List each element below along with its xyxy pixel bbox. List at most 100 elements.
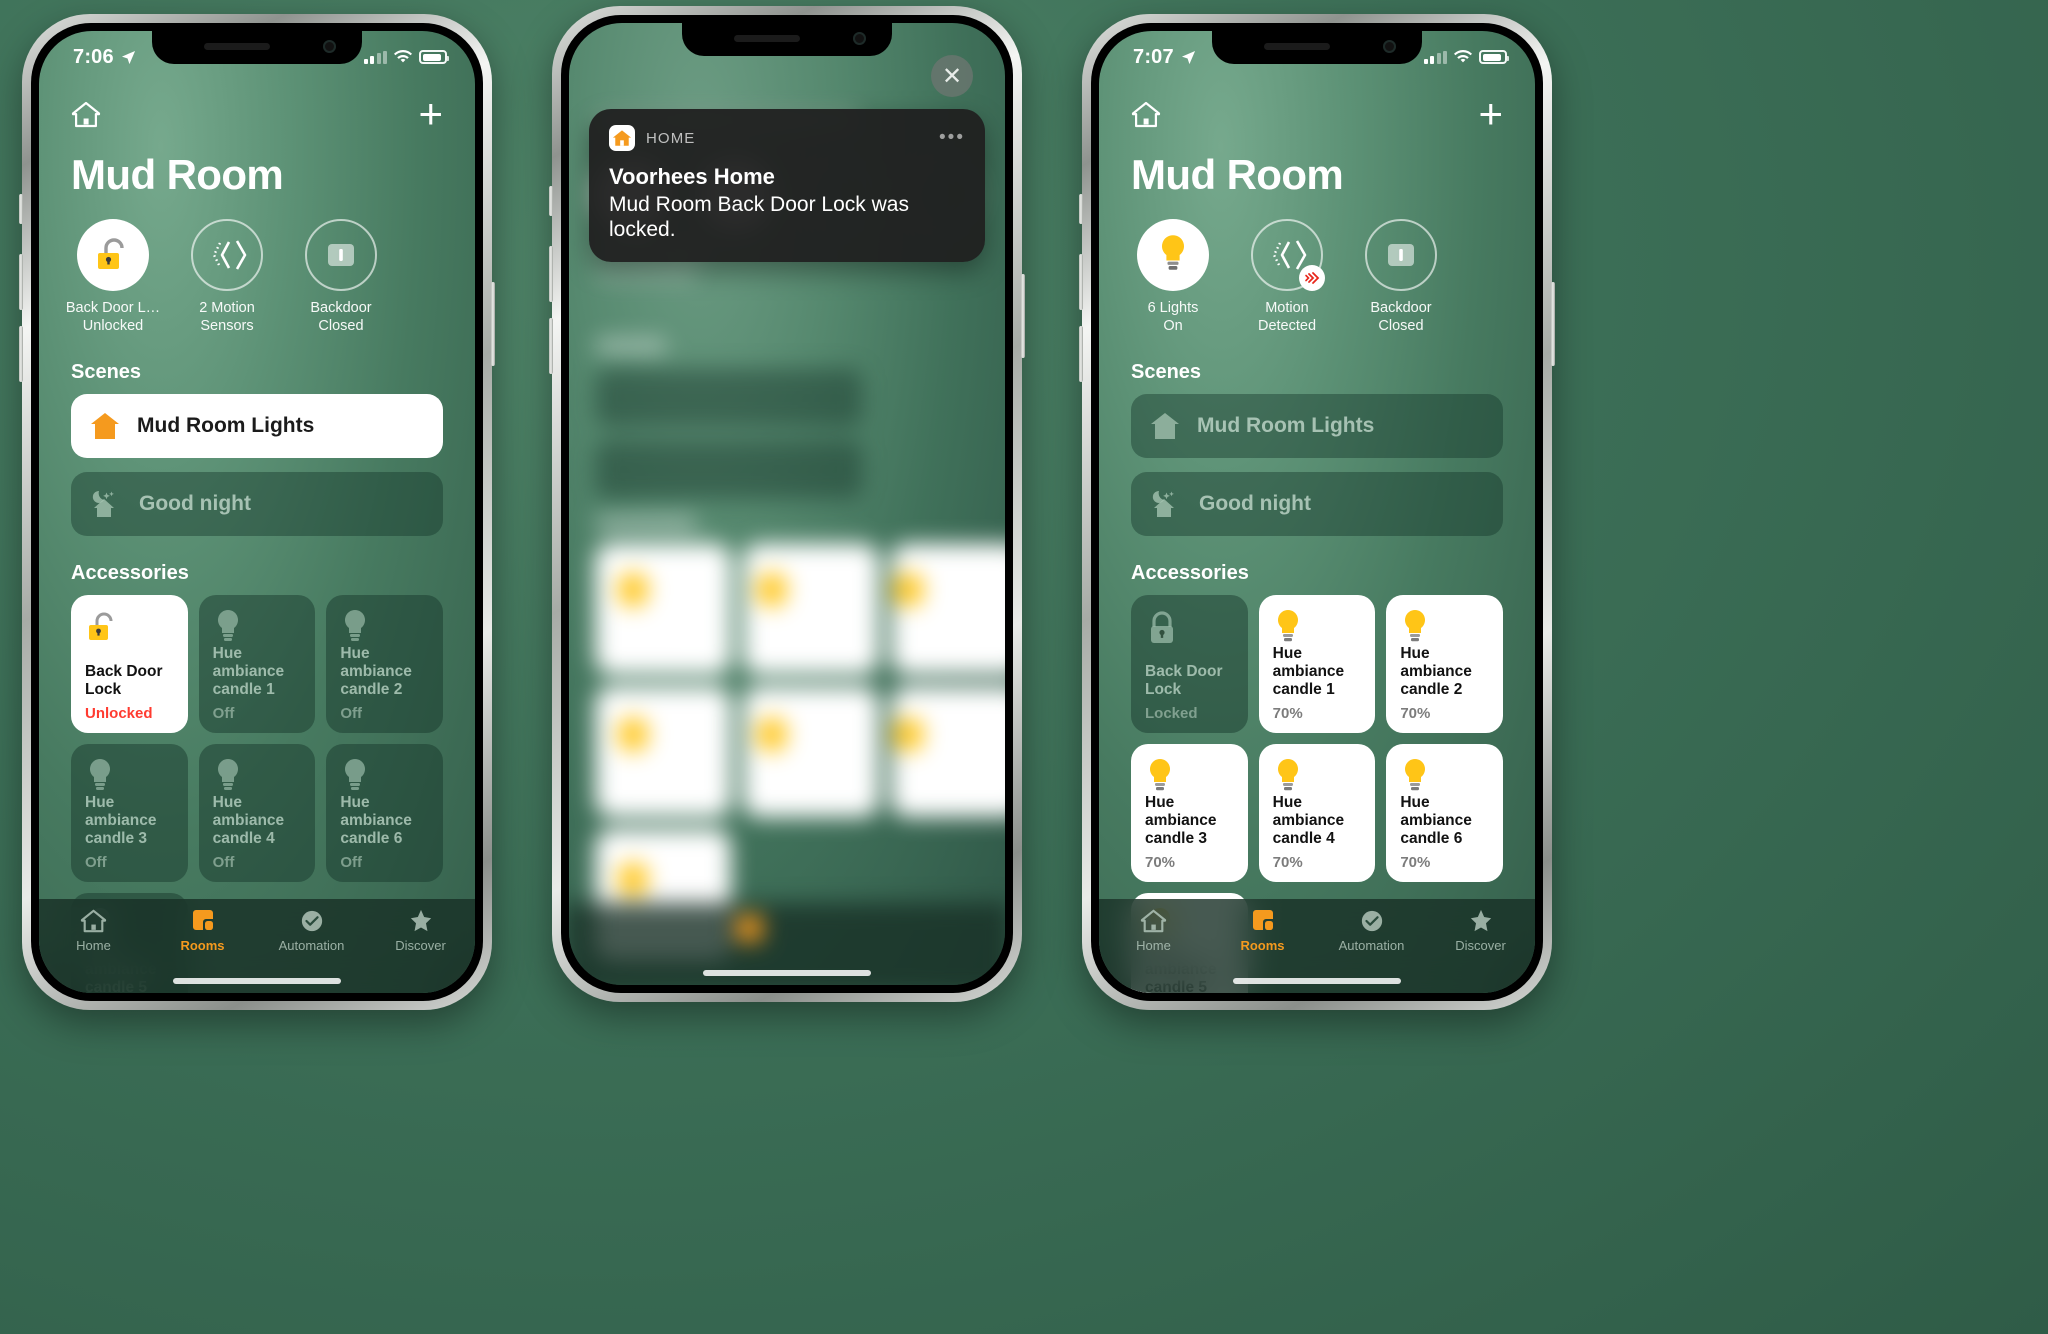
wifi-icon [394, 50, 412, 63]
power-button[interactable] [1551, 282, 1555, 366]
home-icon[interactable] [71, 101, 101, 128]
mute-switch[interactable] [1079, 194, 1083, 224]
tile-state: 70% [1400, 854, 1431, 872]
tab-discover[interactable]: Discover [1426, 909, 1535, 953]
tile-name: Hue ambiance candle 4 [1272, 793, 1345, 848]
status-item-lights[interactable]: 6 Lights On [1131, 219, 1215, 335]
status-item-motion[interactable]: Motion Detected [1245, 219, 1329, 335]
tab-automation[interactable]: Automation [257, 909, 366, 953]
accessory-tile-candle-4[interactable]: Hue ambiance candle 4 70% [1258, 744, 1376, 883]
power-button[interactable] [491, 282, 495, 366]
tile-state: Off [85, 854, 107, 872]
mute-switch[interactable] [549, 186, 553, 216]
discover-star-icon [410, 909, 431, 932]
scene-mud-room-lights[interactable]: Mud Room Lights [1131, 394, 1503, 459]
power-button[interactable] [1021, 274, 1025, 358]
bulb-icon [1277, 759, 1298, 791]
phone-middle: ✕ HOME ••• Voorhees Home Mud Room Back D… [549, 6, 1025, 1002]
accessory-tile-candle-2[interactable]: Hue ambiance candle 2 Off [326, 595, 443, 734]
app-topbar-right: + [1125, 93, 1509, 135]
notification-banner[interactable]: HOME ••• Voorhees Home Mud Room Back Doo… [589, 109, 985, 263]
mute-switch[interactable] [19, 194, 23, 224]
moon-house-icon [92, 491, 114, 518]
page-title: Mud Room [1131, 151, 1344, 198]
accessory-tile-candle-3[interactable]: Hue ambiance candle 3 70% [1131, 744, 1248, 883]
notch [152, 31, 362, 64]
home-icon[interactable] [1131, 101, 1161, 128]
rooms-icon [1252, 910, 1273, 930]
status-state: Closed [1378, 317, 1424, 334]
status-name: 2 Motion [199, 300, 255, 316]
status-item-backdoor[interactable]: Backdoor Closed [299, 219, 383, 335]
app-topbar-left: + [65, 93, 449, 135]
scene-mud-room-lights[interactable]: Mud Room Lights [71, 394, 443, 459]
home-indicator[interactable] [173, 978, 341, 984]
tab-home[interactable]: Home [39, 909, 148, 953]
accessory-tile-candle-4[interactable]: Hue ambiance candle 4 Off [198, 744, 316, 883]
status-item-motion-sensors[interactable]: 2 Motion Sensors [185, 219, 269, 335]
bulb-icon [217, 759, 238, 791]
scene-good-night[interactable]: Good night [71, 472, 443, 537]
tile-name: Back Door Lock [1145, 662, 1223, 699]
home-app-left: + Mud Room Back Door L… Unlocked 2 Motio… [39, 31, 475, 993]
status-state: Sensors [200, 317, 254, 334]
tab-label: Discover [1455, 938, 1506, 953]
tab-rooms[interactable]: Rooms [148, 909, 257, 953]
tile-state: 70% [1400, 705, 1431, 723]
notification-more-button[interactable]: ••• [939, 128, 965, 148]
accessories-header: Accessories [1131, 562, 1249, 585]
status-state: Closed [318, 317, 364, 334]
tile-state: Off [340, 854, 362, 872]
volume-down-button[interactable] [19, 326, 23, 382]
status-state: Detected [1257, 317, 1317, 334]
status-circle [191, 219, 263, 291]
accessory-tile-back-door-lock[interactable]: Back Door Lock Unlocked [71, 595, 188, 734]
accessory-tile-back-door-lock[interactable]: Back Door Lock Locked [1131, 595, 1248, 734]
page-title: Mud Room [71, 151, 284, 198]
home-indicator[interactable] [703, 970, 871, 976]
tab-rooms[interactable]: Rooms [1208, 909, 1317, 953]
accessory-tile-candle-1[interactable]: Hue ambiance candle 1 Off [198, 595, 316, 734]
scene-good-night[interactable]: Good night [1131, 472, 1503, 537]
bulb-icon [1162, 235, 1184, 270]
tab-label: Automation [278, 938, 345, 953]
status-item-back-door-lock[interactable]: Back Door L… Unlocked [66, 219, 160, 335]
notification-title: Voorhees Home [609, 164, 775, 189]
tab-discover[interactable]: Discover [366, 909, 475, 953]
location-arrow-icon [1181, 50, 1195, 64]
tab-home[interactable]: Home [1099, 909, 1208, 953]
volume-down-button[interactable] [549, 318, 553, 374]
tile-state: Off [212, 854, 235, 872]
location-arrow-icon [121, 50, 135, 64]
accessory-tile-candle-6[interactable]: Hue ambiance candle 6 70% [1386, 744, 1503, 883]
status-item-backdoor[interactable]: Backdoor Closed [1359, 219, 1443, 335]
volume-up-button[interactable] [1079, 254, 1083, 310]
accessory-tile-candle-3[interactable]: Hue ambiance candle 3 Off [71, 744, 188, 883]
screen-right: 7:07 + Mud Room 6 Lights On Motion Detec… [1099, 31, 1535, 993]
accessory-tile-candle-1[interactable]: Hue ambiance candle 1 70% [1258, 595, 1376, 734]
status-name: Backdoor [1370, 300, 1432, 316]
wifi-icon [1454, 50, 1472, 63]
status-circle [1137, 219, 1209, 291]
add-accessory-button[interactable]: + [1478, 93, 1503, 135]
add-accessory-button[interactable]: + [418, 93, 443, 135]
status-bar-indicators [363, 50, 449, 64]
tile-name: Hue ambiance candle 3 [85, 793, 157, 848]
volume-up-button[interactable] [19, 254, 23, 310]
tab-label: Rooms [1240, 938, 1285, 953]
close-button[interactable]: ✕ [931, 55, 973, 97]
tab-automation[interactable]: Automation [1317, 909, 1426, 953]
scene-label: Mud Room Lights [137, 414, 315, 438]
accessory-tile-candle-2[interactable]: Hue ambiance candle 2 70% [1386, 595, 1503, 734]
accessory-tile-candle-6[interactable]: Hue ambiance candle 6 Off [326, 744, 443, 883]
volume-up-button[interactable] [549, 246, 553, 302]
status-label: Backdoor Closed [1370, 300, 1431, 335]
clock-time: 7:06 [73, 45, 114, 68]
accessories-header: Accessories [71, 562, 189, 585]
volume-down-button[interactable] [1079, 326, 1083, 382]
home-indicator[interactable] [1233, 978, 1401, 984]
bulb-icon [1277, 610, 1298, 642]
unlocked-padlock-icon [89, 612, 113, 641]
bulb-icon [1405, 759, 1426, 791]
home-icon [80, 909, 107, 933]
